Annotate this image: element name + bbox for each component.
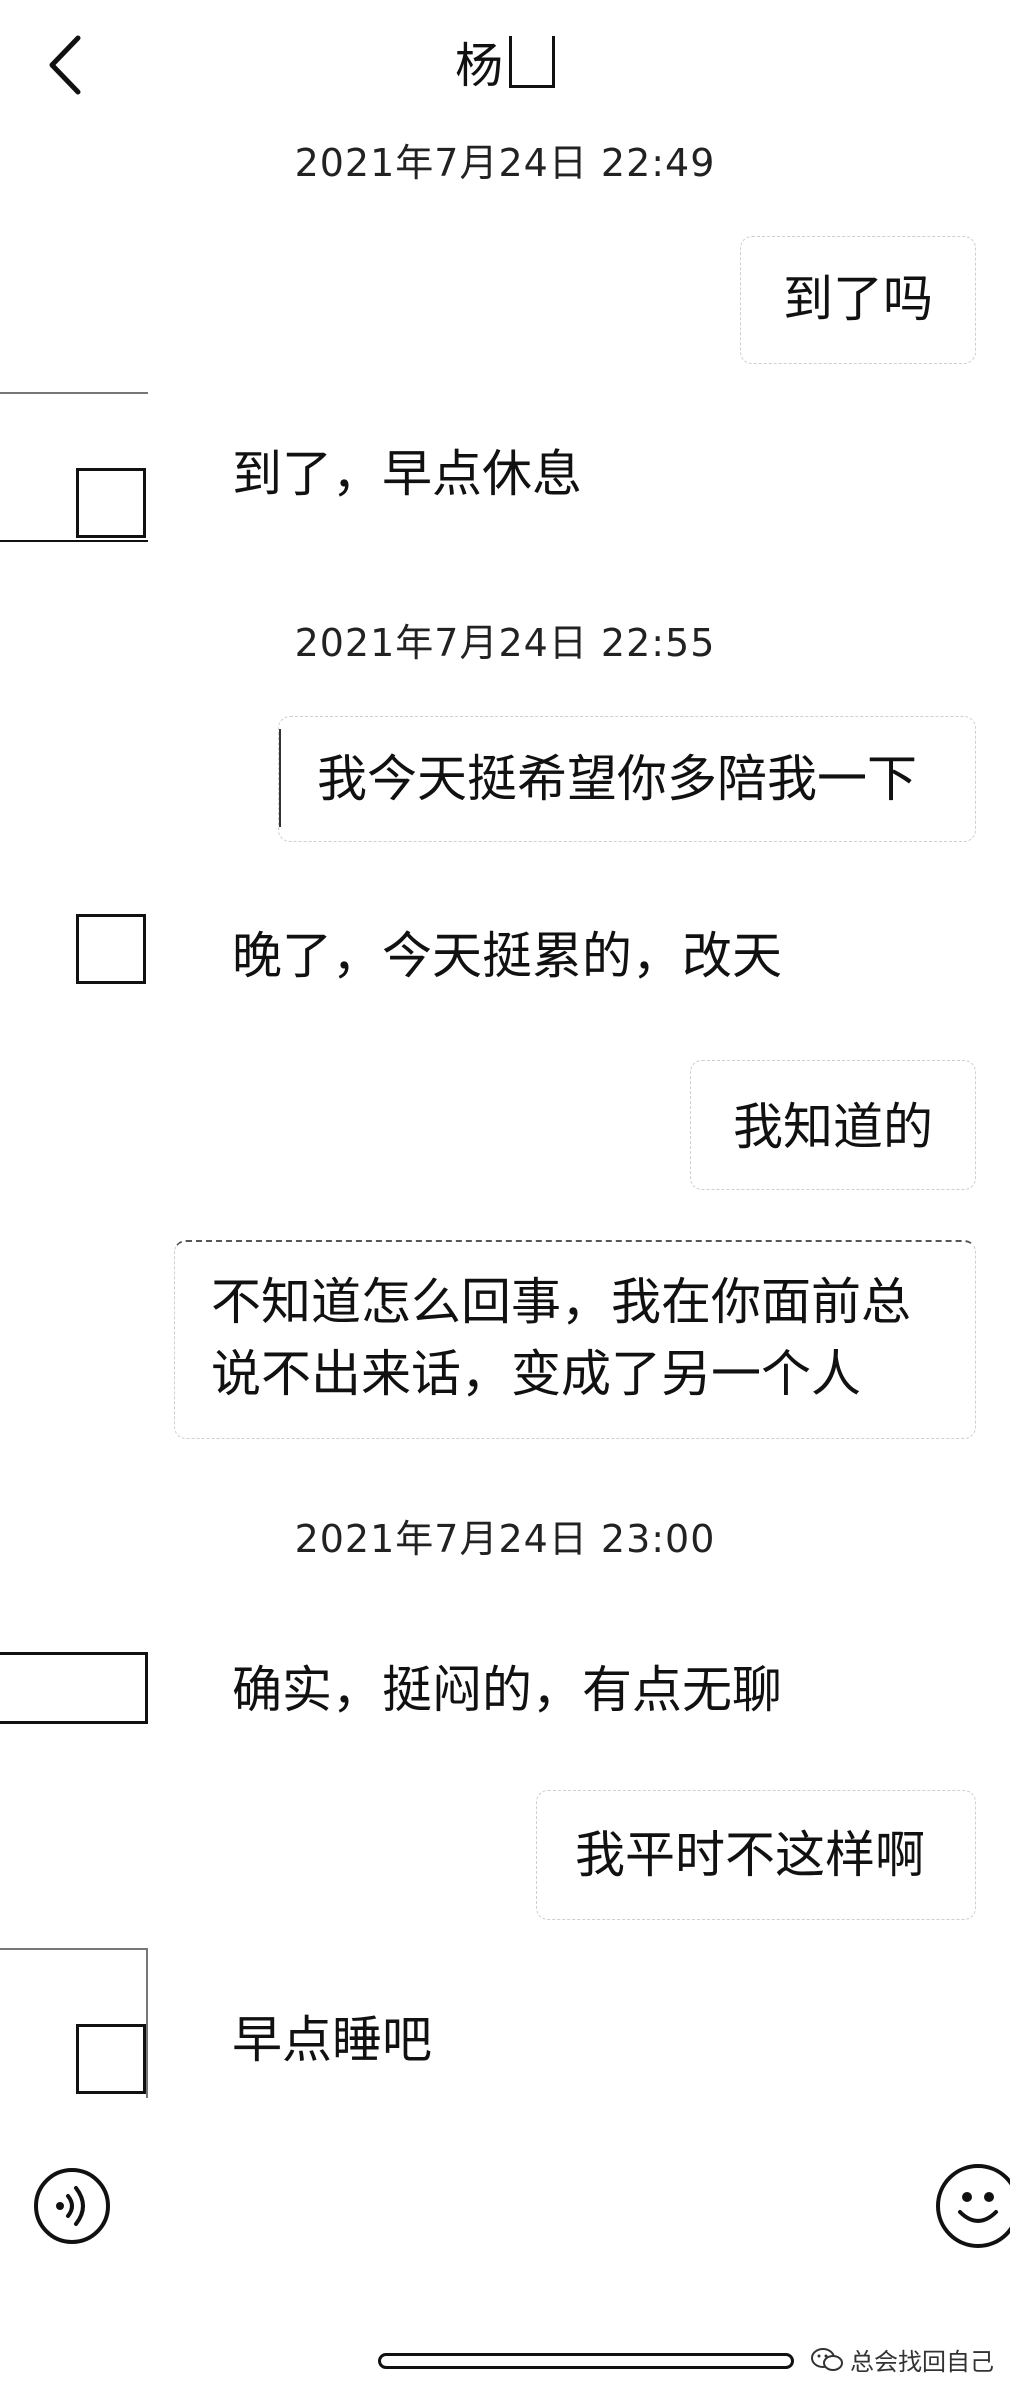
voice-icon [56,2186,85,2226]
message-text-line2: 说不出来话，变成了另一个人 [211,1345,861,1403]
message-text: 到了，早点休息 [232,445,582,503]
message-text: 我今天挺希望你多陪我一下 [317,750,917,808]
home-indicator[interactable] [378,2353,794,2369]
message-bubble-received[interactable]: 晚了，今天挺累的，改天 [200,900,840,1010]
avatar[interactable] [0,1652,148,1724]
message-text: 确实，挺闷的，有点无聊 [232,1661,782,1719]
message-bubble-received[interactable]: 早点睡吧 [200,1986,600,2096]
watermark-text: 总会找回自己 [850,2348,994,2376]
message-text: 晚了，今天挺累的，改天 [232,927,782,985]
bubble-edge [279,729,281,827]
message-bubble-received[interactable]: 到了，早点休息 [200,428,660,538]
avatar[interactable] [76,468,146,538]
message-bubble-sent[interactable]: 我知道的 [690,1060,976,1190]
chat-header: 杨 [0,0,1010,130]
message-bubble-sent[interactable]: 不知道怎么回事，我在你面前总 说不出来话，变成了另一个人 [174,1240,976,1439]
chat-title: 杨 [0,36,1010,96]
emoji-icon [958,2192,998,2223]
message-text: 到了吗 [783,270,933,328]
message-text: 我知道的 [733,1098,933,1156]
redacted-name-block [509,36,555,88]
watermark: 总会找回自己 [810,2342,994,2377]
message-text: 早点睡吧 [232,2011,432,2069]
message-bubble-sent[interactable]: 我平时不这样啊 [536,1790,976,1920]
avatar[interactable] [76,2024,146,2094]
voice-button[interactable] [34,2168,110,2244]
message-bubble-sent[interactable]: 到了吗 [740,236,976,364]
timestamp: 2021年7月24日 22:55 [294,621,716,665]
avatar[interactable] [76,914,146,984]
message-text: 我平时不这样啊 [575,1826,925,1884]
wechat-icon [811,2347,843,2371]
message-bubble-received[interactable]: 确实，挺闷的，有点无聊 [200,1640,840,1750]
timestamp: 2021年7月24日 22:49 [294,141,716,185]
contact-name: 杨 [454,38,503,94]
message-bubble-sent[interactable]: 我今天挺希望你多陪我一下 [278,716,976,842]
emoji-button[interactable] [936,2164,1010,2248]
timestamp: 2021年7月24日 23:00 [294,1517,716,1561]
message-text-line1: 不知道怎么回事，我在你面前总 [211,1273,911,1331]
